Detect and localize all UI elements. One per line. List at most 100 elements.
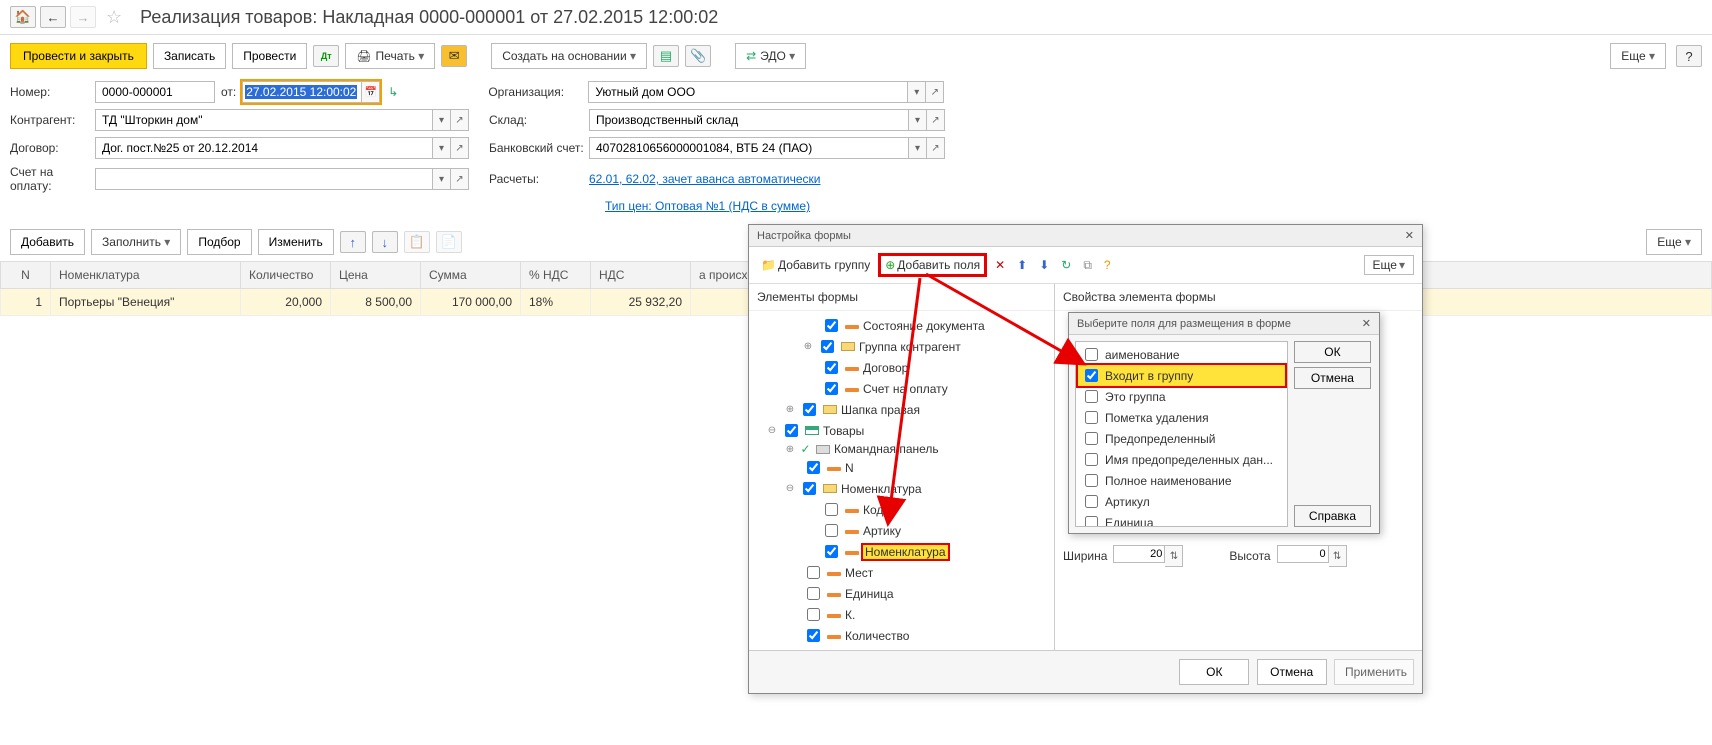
change-button[interactable]: Изменить bbox=[258, 229, 334, 255]
list-item-selected[interactable]: Входит в группу bbox=[1078, 365, 1285, 386]
ok-status-icon[interactable]: ↳ bbox=[388, 85, 398, 99]
invoice-input[interactable] bbox=[95, 168, 433, 190]
collapse-icon[interactable]: ⊖ bbox=[767, 425, 777, 436]
tree-checkbox[interactable] bbox=[807, 461, 820, 474]
tree-checkbox[interactable] bbox=[807, 587, 820, 600]
col-vatrate[interactable]: % НДС bbox=[521, 262, 591, 289]
help-cmd-icon[interactable]: ? bbox=[1676, 45, 1702, 67]
arrow-down-icon[interactable]: ⬇ bbox=[1035, 256, 1053, 274]
calendar-icon[interactable]: 📅 bbox=[362, 81, 380, 103]
dialog-more-button[interactable]: Еще bbox=[1364, 255, 1414, 275]
print-button[interactable]: 🖨Печать bbox=[345, 43, 435, 69]
more-button[interactable]: Еще bbox=[1610, 43, 1666, 69]
partner-open-icon[interactable]: ↗ bbox=[451, 109, 469, 131]
create-based-button[interactable]: Создать на основании bbox=[491, 43, 647, 69]
pick-button[interactable]: Подбор bbox=[187, 229, 251, 255]
bank-dropdown-icon[interactable]: ▾ bbox=[909, 137, 927, 159]
width-input[interactable] bbox=[1113, 545, 1165, 563]
expand-icon[interactable]: ⊕ bbox=[785, 444, 795, 455]
form-elements-tree[interactable]: Состояние документа ⊕Группа контрагент Д… bbox=[749, 311, 1054, 650]
table-more-button[interactable]: Еще bbox=[1646, 229, 1702, 255]
date-input[interactable]: 27.02.2015 12:00:02 bbox=[242, 81, 362, 103]
tree-checkbox[interactable] bbox=[825, 503, 838, 516]
forward-icon[interactable]: → bbox=[70, 6, 96, 28]
move-down-icon[interactable]: ↓ bbox=[372, 231, 398, 253]
home-icon[interactable]: 🏠 bbox=[10, 6, 36, 28]
tree-checkbox[interactable] bbox=[825, 361, 838, 374]
tree-checkbox[interactable] bbox=[825, 545, 838, 558]
fill-button[interactable]: Заполнить bbox=[91, 229, 181, 255]
collapse-icon[interactable]: ⊖ bbox=[785, 483, 795, 494]
price-type-link[interactable]: Тип цен: Оптовая №1 (НДС в сумме) bbox=[605, 199, 810, 213]
chooser-cancel-button[interactable]: Отмена bbox=[1294, 367, 1371, 389]
chooser-help-button[interactable]: Справка bbox=[1294, 505, 1371, 527]
arrow-up-icon[interactable]: ⬆ bbox=[1013, 256, 1031, 274]
paste-icon[interactable]: 📄 bbox=[436, 231, 462, 253]
list-item[interactable]: Полное наименование bbox=[1078, 470, 1285, 491]
col-qty[interactable]: Количество bbox=[241, 262, 331, 289]
tree-checkbox[interactable] bbox=[807, 566, 820, 579]
add-row-button[interactable]: Добавить bbox=[10, 229, 85, 255]
tree-checkbox[interactable] bbox=[785, 424, 798, 437]
expand-icon[interactable]: ⊕ bbox=[803, 341, 813, 352]
height-input[interactable] bbox=[1277, 545, 1329, 563]
back-icon[interactable]: ← bbox=[40, 6, 66, 28]
tree-checkbox[interactable] bbox=[803, 482, 816, 495]
tree-checkbox[interactable] bbox=[825, 319, 838, 332]
chooser-ok-button[interactable]: ОК bbox=[1294, 341, 1371, 363]
col-n[interactable]: N bbox=[1, 262, 51, 289]
contract-input[interactable] bbox=[95, 137, 433, 159]
post-button[interactable]: Провести bbox=[232, 43, 307, 69]
invoice-dropdown-icon[interactable]: ▾ bbox=[433, 168, 451, 190]
tree-checkbox[interactable] bbox=[803, 403, 816, 416]
delete-icon[interactable]: ✕ bbox=[991, 256, 1009, 274]
contract-dropdown-icon[interactable]: ▾ bbox=[433, 137, 451, 159]
col-price[interactable]: Цена bbox=[331, 262, 421, 289]
move-up-icon[interactable]: ↑ bbox=[340, 231, 366, 253]
tree-checkbox[interactable] bbox=[807, 629, 820, 642]
add-fields-button[interactable]: ⊕Добавить поля bbox=[878, 253, 987, 277]
org-dropdown-icon[interactable]: ▾ bbox=[908, 81, 926, 103]
warehouse-dropdown-icon[interactable]: ▾ bbox=[909, 109, 927, 131]
list-item[interactable]: Предопределенный bbox=[1078, 428, 1285, 449]
tree-checkbox[interactable] bbox=[825, 382, 838, 395]
dtct-icon[interactable]: Дт bbox=[313, 45, 339, 67]
expand-icon[interactable]: ⊕ bbox=[785, 404, 795, 415]
add-group-button[interactable]: 📁Добавить группу bbox=[757, 256, 874, 274]
post-and-close-button[interactable]: Провести и закрыть bbox=[10, 43, 147, 69]
partner-dropdown-icon[interactable]: ▾ bbox=[433, 109, 451, 131]
contract-open-icon[interactable]: ↗ bbox=[451, 137, 469, 159]
copy-tree-icon[interactable]: ⧉ bbox=[1079, 256, 1096, 275]
col-sum[interactable]: Сумма bbox=[421, 262, 521, 289]
bank-open-icon[interactable]: ↗ bbox=[927, 137, 945, 159]
list-item[interactable]: аименование bbox=[1078, 344, 1285, 365]
spinner-icon[interactable]: ⇅ bbox=[1165, 545, 1183, 567]
attach-icon[interactable]: 📎 bbox=[685, 45, 711, 67]
field-list[interactable]: аименование Входит в группу Это группа П… bbox=[1075, 341, 1288, 527]
tree-checkbox[interactable] bbox=[807, 608, 820, 621]
tree-checkbox[interactable] bbox=[821, 340, 834, 353]
star-icon[interactable]: ☆ bbox=[106, 7, 122, 28]
save-button[interactable]: Записать bbox=[153, 43, 226, 69]
spinner-icon[interactable]: ⇅ bbox=[1329, 545, 1347, 567]
cancel-button[interactable]: Отмена bbox=[1257, 659, 1327, 685]
partner-input[interactable] bbox=[95, 109, 433, 131]
mail-icon[interactable]: ✉ bbox=[441, 45, 467, 67]
col-item[interactable]: Номенклатура bbox=[51, 262, 241, 289]
edi-button[interactable]: ⇄ЭДО bbox=[735, 43, 806, 69]
calc-link[interactable]: 62.01, 62.02, зачет аванса автоматически bbox=[589, 172, 820, 186]
tree-checkbox[interactable] bbox=[825, 524, 838, 537]
number-input[interactable] bbox=[95, 81, 215, 103]
copy-icon[interactable]: 📋 bbox=[404, 231, 430, 253]
warehouse-input[interactable] bbox=[589, 109, 909, 131]
chooser-close-icon[interactable]: ✕ bbox=[1362, 317, 1371, 330]
org-open-icon[interactable]: ↗ bbox=[926, 81, 944, 103]
doc-icon[interactable]: ▤ bbox=[653, 45, 679, 67]
col-vat[interactable]: НДС bbox=[591, 262, 691, 289]
ok-button[interactable]: ОК bbox=[1179, 659, 1249, 685]
list-item[interactable]: Это группа bbox=[1078, 386, 1285, 407]
list-item[interactable]: Единица bbox=[1078, 512, 1285, 527]
org-input[interactable] bbox=[588, 81, 908, 103]
dialog-close-icon[interactable]: ✕ bbox=[1405, 229, 1414, 242]
refresh-icon[interactable]: ↻ bbox=[1057, 256, 1075, 274]
